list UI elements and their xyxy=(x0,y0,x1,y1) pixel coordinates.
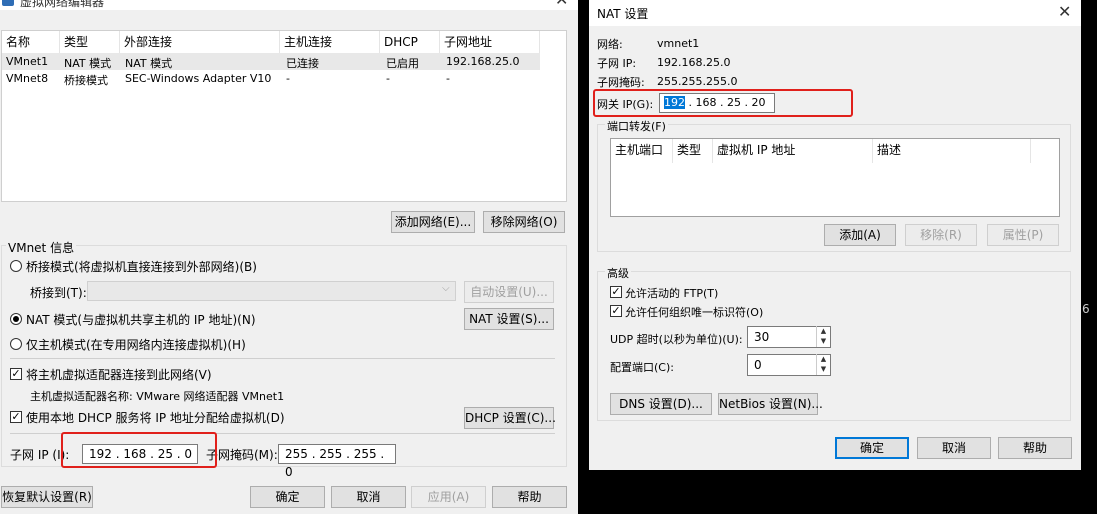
cancel-button[interactable]: 取消 xyxy=(331,486,406,508)
background-text: 6 xyxy=(1082,302,1090,316)
cell: - xyxy=(386,72,390,85)
cell: NAT 模式 xyxy=(64,57,112,70)
nat-settings-window: NAT 设置 ✕ 网络: vmnet1 子网 IP: 192.168.25.0 … xyxy=(589,0,1081,470)
subnet-ip-value: 192.168.25.0 xyxy=(657,56,731,69)
udp-timeout-label: UDP 超时(以秒为单位)(U): xyxy=(610,333,743,346)
title-bar: 虚拟网络编辑器 ✕ xyxy=(0,0,578,10)
cell: - xyxy=(446,72,450,85)
col-host-port[interactable]: 主机端口 xyxy=(611,139,673,163)
bridged-to-dropdown[interactable]: ⌵ xyxy=(87,281,456,301)
subnet-mask-label: 子网掩码: xyxy=(597,76,645,89)
highlight-box xyxy=(61,432,217,468)
advanced-label: 高级 xyxy=(605,265,631,281)
properties-button[interactable]: 属性(P) xyxy=(987,224,1059,246)
cell: - xyxy=(286,72,290,85)
bridged-to-label: 桥接到(T): xyxy=(30,286,87,300)
cell: 192.168.25.0 xyxy=(446,55,520,68)
close-icon[interactable]: ✕ xyxy=(1058,2,1071,21)
col-dhcp[interactable]: DHCP xyxy=(380,31,440,53)
table-row[interactable]: VMnet8 桥接模式 SEC-Windows Adapter V10 - - … xyxy=(2,70,540,87)
col-subnet[interactable]: 子网地址 xyxy=(440,31,540,53)
add-network-button[interactable]: 添加网络(E)... xyxy=(391,211,475,233)
apply-button[interactable]: 应用(A) xyxy=(411,486,486,508)
host-only-radio[interactable] xyxy=(10,338,22,350)
dns-settings-button[interactable]: DNS 设置(D)... xyxy=(610,393,712,415)
netbios-settings-button[interactable]: NetBios 设置(N)... xyxy=(718,393,823,415)
help-button[interactable]: 帮助 xyxy=(492,486,567,508)
col-vm-ip[interactable]: 虚拟机 IP 地址 xyxy=(713,139,873,163)
cell: NAT 模式 xyxy=(125,57,173,70)
port-forwarding-label: 端口转发(F) xyxy=(605,118,668,134)
col-type[interactable]: 类型 xyxy=(60,31,120,53)
title-bar: NAT 设置 ✕ xyxy=(589,0,1081,26)
auto-settings-button[interactable]: 自动设置(U)... xyxy=(464,281,554,303)
network-label: 网络: xyxy=(597,38,623,51)
restore-defaults-button[interactable]: 恢复默认设置(R) xyxy=(1,486,93,508)
port-forwarding-table[interactable]: 主机端口 类型 虚拟机 IP 地址 描述 xyxy=(610,138,1060,217)
col-host[interactable]: 主机连接 xyxy=(280,31,380,53)
highlight-box xyxy=(593,89,853,117)
window-title: 虚拟网络编辑器 xyxy=(20,0,105,9)
bridged-mode-label[interactable]: 桥接模式(将虚拟机直接连接到外部网络)(B) xyxy=(26,258,257,275)
cell: 已启用 xyxy=(386,57,419,70)
nat-mode-radio[interactable] xyxy=(10,313,22,325)
cancel-button[interactable]: 取消 xyxy=(917,437,991,459)
chevron-down-icon: ⌵ xyxy=(442,283,450,294)
connect-adapter-label[interactable]: 将主机虚拟适配器连接到此网络(V) xyxy=(26,366,212,383)
cell: SEC-Windows Adapter V10 xyxy=(125,72,272,85)
ok-button[interactable]: 确定 xyxy=(835,437,909,459)
col-name[interactable]: 名称 xyxy=(2,31,60,53)
subnet-mask-value: 255.255.255.0 xyxy=(657,75,738,88)
app-icon xyxy=(2,0,14,6)
nat-settings-button[interactable]: NAT 设置(S)... xyxy=(464,308,554,330)
host-only-label[interactable]: 仅主机模式(在专用网络内连接虚拟机)(H) xyxy=(26,336,246,353)
network-table[interactable]: 名称 类型 外部连接 主机连接 DHCP 子网地址 VMnet1 NAT 模式 … xyxy=(1,30,567,202)
remove-network-button[interactable]: 移除网络(O) xyxy=(483,211,565,233)
window-title: NAT 设置 xyxy=(597,7,649,21)
allow-ftp-label[interactable]: 允许活动的 FTP(T) xyxy=(625,285,718,301)
help-button[interactable]: 帮助 xyxy=(998,437,1072,459)
subnet-mask-input[interactable]: 255 . 255 . 255 . 0 xyxy=(278,444,396,479)
dhcp-settings-button[interactable]: DHCP 设置(C)... xyxy=(464,407,556,429)
bridged-mode-radio[interactable] xyxy=(10,260,22,272)
allow-oui-label[interactable]: 允许任何组织唯一标识符(O) xyxy=(625,304,763,320)
vmnet-info-label: VMnet 信息 xyxy=(6,239,77,256)
udp-timeout-stepper[interactable]: ▲ ▼ xyxy=(816,326,830,347)
network-value: vmnet1 xyxy=(657,37,700,50)
col-type[interactable]: 类型 xyxy=(673,139,713,163)
cell: 桥接模式 xyxy=(64,74,108,87)
use-dhcp-checkbox[interactable]: ✓ xyxy=(10,411,22,423)
col-description[interactable]: 描述 xyxy=(873,139,1031,163)
remove-button[interactable]: 移除(R) xyxy=(905,224,977,246)
allow-oui-checkbox[interactable]: ✓ xyxy=(610,305,622,317)
cell: 已连接 xyxy=(286,57,319,70)
subnet-ip-label: 子网 IP: xyxy=(597,57,637,70)
config-port-label: 配置端口(C): xyxy=(610,361,674,374)
use-dhcp-label[interactable]: 使用本地 DHCP 服务将 IP 地址分配给虚拟机(D) xyxy=(26,409,285,426)
allow-ftp-checkbox[interactable]: ✓ xyxy=(610,286,622,298)
virtual-network-editor-window: 虚拟网络编辑器 ✕ 名称 类型 外部连接 主机连接 DHCP 子网地址 VMne… xyxy=(0,0,578,514)
nat-mode-label[interactable]: NAT 模式(与虚拟机共享主机的 IP 地址)(N) xyxy=(26,311,256,328)
config-port-stepper[interactable]: ▲ ▼ xyxy=(816,354,830,375)
adapter-name-text: 主机虚拟适配器名称: VMware 网络适配器 VMnet1 xyxy=(30,390,285,403)
ok-button[interactable]: 确定 xyxy=(250,486,325,508)
table-row[interactable]: VMnet1 NAT 模式 NAT 模式 已连接 已启用 192.168.25.… xyxy=(2,53,540,70)
cell: VMnet8 xyxy=(6,72,49,85)
cell: VMnet1 xyxy=(6,55,49,68)
divider xyxy=(10,358,555,359)
close-icon[interactable]: ✕ xyxy=(555,0,568,9)
connect-adapter-checkbox[interactable]: ✓ xyxy=(10,368,22,380)
col-external[interactable]: 外部连接 xyxy=(120,31,280,53)
add-button[interactable]: 添加(A) xyxy=(824,224,896,246)
